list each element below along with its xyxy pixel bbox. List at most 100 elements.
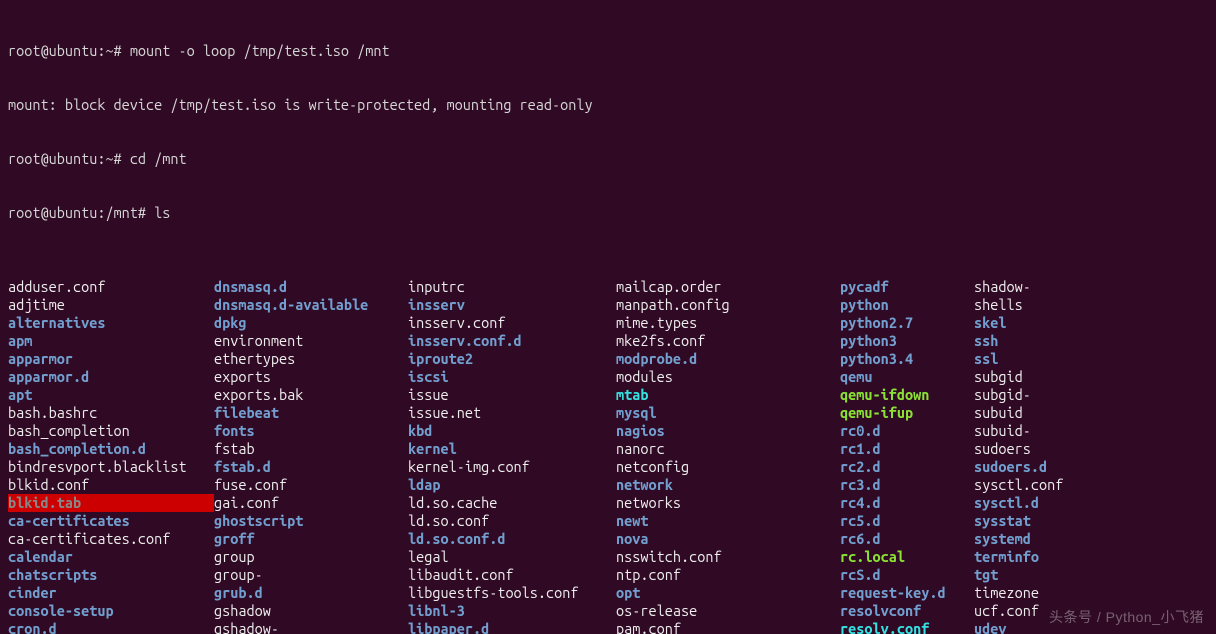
ls-col-1: dnsmasq.ddnsmasq.d-availabledpkgenvironm…	[214, 278, 408, 634]
cmd-line-3: root@ubuntu:/mnt# ls	[8, 204, 1208, 222]
ls-entry: ca-certificates	[8, 512, 214, 530]
ls-entry: qemu-ifup	[840, 404, 974, 422]
ls-entry: sudoers.d	[974, 458, 1114, 476]
ls-entry: rc2.d	[840, 458, 974, 476]
ls-entry: group-	[214, 566, 408, 584]
ls-entry: subuid	[974, 404, 1114, 422]
ls-entry: insserv.conf.d	[408, 332, 616, 350]
ls-entry: rc1.d	[840, 440, 974, 458]
ls-entry: libaudit.conf	[408, 566, 616, 584]
ls-entry: mailcap.order	[616, 278, 840, 296]
ls-entry: qemu	[840, 368, 974, 386]
ls-entry: apt	[8, 386, 214, 404]
ls-entry: modprobe.d	[616, 350, 840, 368]
command: mount -o loop /tmp/test.iso /mnt	[130, 42, 390, 59]
ls-entry: dnsmasq.d	[214, 278, 408, 296]
ls-entry: libnl-3	[408, 602, 616, 620]
ls-entry: ghostscript	[214, 512, 408, 530]
ls-entry: cron.d	[8, 620, 214, 634]
ls-entry: terminfo	[974, 548, 1114, 566]
ls-entry: pycadf	[840, 278, 974, 296]
ls-entry: groff	[214, 530, 408, 548]
ls-col-4: pycadfpythonpython2.7python3python3.4qem…	[840, 278, 974, 634]
ls-entry: sudoers	[974, 440, 1114, 458]
ls-entry: python	[840, 296, 974, 314]
ls-entry: issue	[408, 386, 616, 404]
ls-entry: apm	[8, 332, 214, 350]
ls-entry: rcS.d	[840, 566, 974, 584]
ls-entry: insserv	[408, 296, 616, 314]
ls-entry: timezone	[974, 584, 1114, 602]
ls-entry: subgid-	[974, 386, 1114, 404]
ls-entry: networks	[616, 494, 840, 512]
ls-entry: pam.conf	[616, 620, 840, 634]
ls-entry: console-setup	[8, 602, 214, 620]
ls-entry: manpath.config	[616, 296, 840, 314]
ls-entry: skel	[974, 314, 1114, 332]
ls-entry: adjtime	[8, 296, 214, 314]
ls-entry: ucf.conf	[974, 602, 1114, 620]
ls-entry: subuid-	[974, 422, 1114, 440]
ls-entry: inputrc	[408, 278, 616, 296]
ls-entry: adduser.conf	[8, 278, 214, 296]
ls-entry: ethertypes	[214, 350, 408, 368]
ls-entry: resolv.conf	[840, 620, 974, 634]
ls-entry: fstab	[214, 440, 408, 458]
ls-entry: nanorc	[616, 440, 840, 458]
ls-entry: group	[214, 548, 408, 566]
ls-entry: ld.so.conf.d	[408, 530, 616, 548]
ls-entry: sysctl.d	[974, 494, 1114, 512]
cmd-line-2: root@ubuntu:~# cd /mnt	[8, 150, 1208, 168]
cmd-line-1: root@ubuntu:~# mount -o loop /tmp/test.i…	[8, 42, 1208, 60]
ls-entry: filebeat	[214, 404, 408, 422]
ls-entry: cinder	[8, 584, 214, 602]
ls-entry: mke2fs.conf	[616, 332, 840, 350]
ls-entry: grub.d	[214, 584, 408, 602]
ls-entry: resolvconf	[840, 602, 974, 620]
ls-entry: network	[616, 476, 840, 494]
ls-entry: exports	[214, 368, 408, 386]
ls-entry: rc6.d	[840, 530, 974, 548]
ls-entry: rc5.d	[840, 512, 974, 530]
command: cd /mnt	[130, 150, 187, 167]
ls-entry: alternatives	[8, 314, 214, 332]
ls-entry: libpaper.d	[408, 620, 616, 634]
ls-entry: dnsmasq.d-available	[214, 296, 408, 314]
ls-entry: shadow-	[974, 278, 1114, 296]
terminal[interactable]: root@ubuntu:~# mount -o loop /tmp/test.i…	[0, 0, 1216, 634]
ls-entry: bash.bashrc	[8, 404, 214, 422]
ls-entry: rc4.d	[840, 494, 974, 512]
ls-entry: blkid.conf	[8, 476, 214, 494]
ls-entry: opt	[616, 584, 840, 602]
ls-entry: libguestfs-tools.conf	[408, 584, 616, 602]
ls-entry: subgid	[974, 368, 1114, 386]
ls-entry: udev	[974, 620, 1114, 634]
ls-entry: request-key.d	[840, 584, 974, 602]
ls-entry: bash_completion	[8, 422, 214, 440]
ls-entry: insserv.conf	[408, 314, 616, 332]
ls-entry: ntp.conf	[616, 566, 840, 584]
ls-entry: sysstat	[974, 512, 1114, 530]
ls-entry: modules	[616, 368, 840, 386]
output-line: mount: block device /tmp/test.iso is wri…	[8, 96, 1208, 114]
ls-entry: shells	[974, 296, 1114, 314]
command: ls	[154, 204, 170, 221]
ls-entry: kbd	[408, 422, 616, 440]
ls-entry: gshadow-	[214, 620, 408, 634]
ls-entry: nova	[616, 530, 840, 548]
ls-entry: newt	[616, 512, 840, 530]
ls-entry: python3.4	[840, 350, 974, 368]
prompt: root@ubuntu:/mnt#	[8, 204, 154, 221]
ls-col-5: shadow-shellsskelsshsslsubgidsubgid-subu…	[974, 278, 1114, 634]
prompt: root@ubuntu:~#	[8, 42, 130, 59]
ls-entry: nagios	[616, 422, 840, 440]
ls-entry: fstab.d	[214, 458, 408, 476]
ls-entry: nsswitch.conf	[616, 548, 840, 566]
ls-entry: dpkg	[214, 314, 408, 332]
ls-entry: apparmor	[8, 350, 214, 368]
ls-entry: environment	[214, 332, 408, 350]
ls-entry: netconfig	[616, 458, 840, 476]
ls-entry: calendar	[8, 548, 214, 566]
ls-output: adduser.confadjtimealternativesapmapparm…	[8, 278, 1208, 634]
ls-entry: blkid.tab	[8, 494, 214, 512]
